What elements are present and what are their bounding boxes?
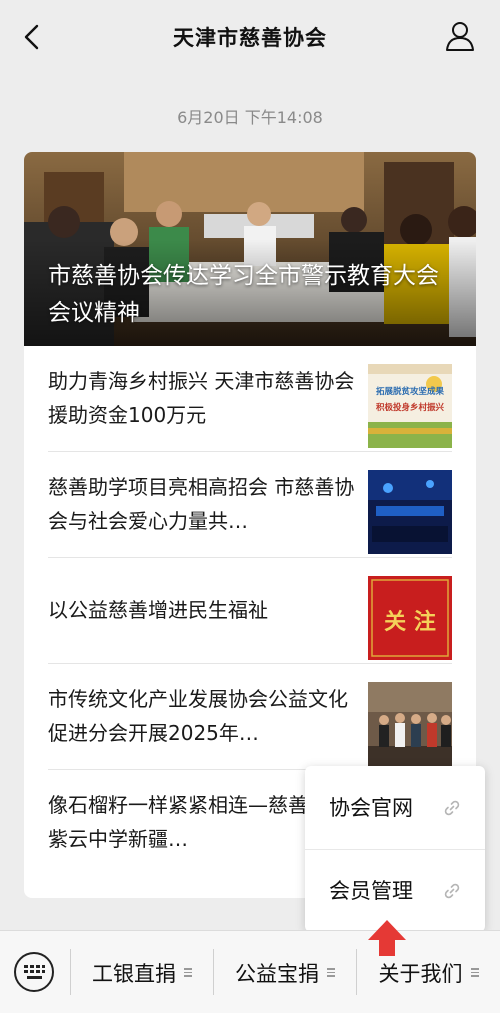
article-item[interactable]: 市传统文化产业发展协会公益文化促进分会开展2025年…: [48, 664, 452, 770]
thumb-caption-2: 积极投身乡村振兴: [376, 402, 445, 413]
article-title: 以公益慈善增进民生福祉: [48, 598, 268, 622]
hero-article[interactable]: 市慈善协会传达学习全市警示教育大会会议精神: [24, 152, 476, 346]
article-thumbnail: 拓展脱贫攻坚成果 积极投身乡村振兴: [368, 364, 452, 448]
menu-lines-icon: [470, 966, 479, 979]
keyboard-icon[interactable]: [14, 952, 54, 992]
user-icon[interactable]: [444, 20, 476, 52]
menu-label: 关于我们: [378, 961, 463, 986]
top-nav-bar: 天津市慈善协会: [0, 0, 500, 74]
submenu-label: 会员管理: [329, 879, 413, 903]
thumb-caption-1: 拓展脱贫攻坚成果: [376, 386, 445, 397]
article-thumbnail: [368, 470, 452, 554]
article-title: 助力青海乡村振兴 天津市慈善协会援助资金100万元: [48, 369, 355, 427]
thumb-caption-3: 关 注: [384, 609, 436, 635]
red-arrow-icon: [368, 920, 406, 956]
page-title: 天津市慈善协会: [173, 26, 327, 50]
bottom-menu-bar: 工银直捐 公益宝捐 关于我们: [0, 930, 500, 1013]
menu-label: 公益宝捐: [235, 961, 319, 986]
link-icon: [444, 800, 460, 816]
article-title: 慈善助学项目亮相高招会 市慈善协会与社会爱心力量共…: [48, 475, 355, 533]
menu-label: 工银直捐: [92, 961, 176, 986]
submenu-item-website[interactable]: 协会官网: [305, 766, 485, 849]
article-item[interactable]: 以公益慈善增进民生福祉 关 注: [48, 558, 452, 664]
menu-lines-icon: [327, 966, 335, 979]
submenu-popup: 协会官网 会员管理: [305, 766, 485, 932]
menu-item-icbc-donate[interactable]: 工银直捐: [71, 931, 213, 1013]
article-thumbnail: [368, 682, 452, 766]
submenu-label: 协会官网: [329, 796, 413, 820]
message-timestamp: 6月20日 下午14:08: [177, 108, 323, 127]
article-item[interactable]: 慈善助学项目亮相高招会 市慈善协会与社会爱心力量共…: [48, 452, 452, 558]
article-item[interactable]: 助力青海乡村振兴 天津市慈善协会援助资金100万元 拓展脱贫攻坚成果 积极投身乡…: [48, 346, 452, 452]
menu-lines-icon: [184, 966, 192, 979]
hero-title: 市慈善协会传达学习全市警示教育大会会议精神: [48, 263, 439, 326]
article-title: 市传统文化产业发展协会公益文化促进分会开展2025年…: [48, 687, 348, 745]
article-thumbnail: 关 注: [368, 576, 452, 660]
link-icon: [444, 883, 460, 899]
menu-item-charity-donate[interactable]: 公益宝捐: [214, 931, 356, 1013]
